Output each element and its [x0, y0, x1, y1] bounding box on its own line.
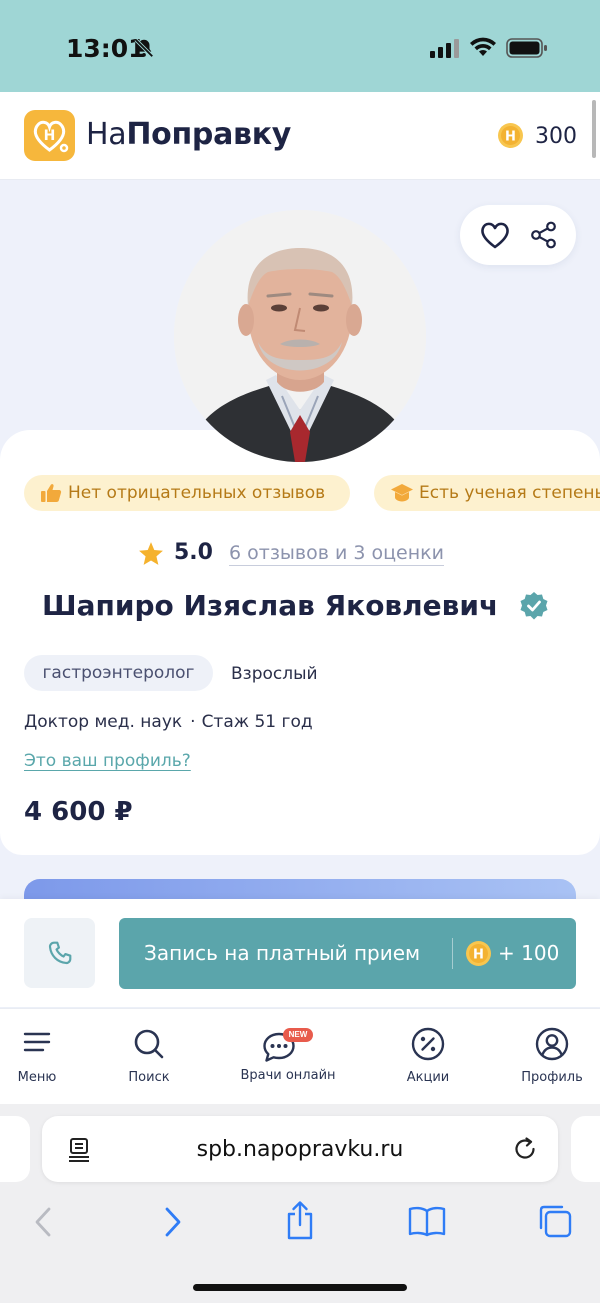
bell-muted-icon	[133, 37, 155, 64]
coin-balance[interactable]: 300	[535, 124, 577, 149]
battery-icon	[506, 38, 548, 63]
next-tab-edge[interactable]	[571, 1116, 600, 1182]
coin-letter: Н	[473, 948, 484, 963]
share-icon[interactable]	[530, 221, 558, 254]
menu-icon	[23, 1032, 51, 1052]
verified-badge-icon	[518, 590, 550, 627]
doctor-photo	[174, 210, 426, 462]
back-icon[interactable]	[30, 1204, 56, 1245]
bottom-navigation: Меню Поиск Врачи онлайн Акции Профиль	[0, 1008, 600, 1104]
nav-item-promotions[interactable]: Акции	[373, 1009, 483, 1105]
wifi-icon	[469, 36, 497, 63]
phone-icon	[48, 941, 72, 965]
nav-label: Профиль	[521, 1070, 583, 1085]
nav-label: Акции	[406, 1070, 450, 1085]
badge-label: Есть ученая степень	[419, 483, 600, 503]
badge-label: Нет отрицательных отзывов	[68, 483, 326, 503]
bonus-amount: + 100	[498, 941, 560, 965]
badge-no-negative-reviews[interactable]: Нет отрицательных отзывов	[24, 475, 350, 511]
button-divider	[452, 938, 453, 969]
logo-bold: Поправку	[126, 117, 292, 152]
graduation-cap-icon	[391, 484, 413, 502]
degree-text: Доктор мед. наук	[24, 712, 183, 732]
coin-icon: Н	[465, 940, 492, 972]
nav-item-online-doctors[interactable]: Врачи онлайн	[233, 1009, 343, 1105]
logo-icon[interactable]: Н	[24, 110, 75, 161]
badge-academic-degree[interactable]: Есть ученая степень	[374, 475, 600, 511]
experience-text: Стаж 51 год	[201, 712, 313, 732]
separator-dot: ·	[190, 712, 196, 732]
thumbs-up-icon	[41, 484, 62, 502]
nav-label: Поиск	[128, 1070, 170, 1085]
claim-profile-link[interactable]: Это ваш профиль?	[24, 751, 191, 771]
browser-address-area: spb.napopravku.ru	[0, 1104, 600, 1196]
doctor-credentials: Доктор мед. наук · Стаж 51 год	[24, 712, 313, 732]
reviews-link[interactable]: 6 отзывов и 3 оценки	[229, 542, 444, 564]
new-badge: NEW	[283, 1028, 313, 1042]
book-paid-appointment-button[interactable]: Запись на платный прием Н + 100	[119, 918, 576, 989]
book-button-label: Запись на платный прием	[144, 941, 421, 965]
search-icon	[134, 1029, 164, 1059]
specialty-pill[interactable]: гастроэнтеролог	[24, 655, 213, 691]
visit-price: 4 600 ₽	[24, 797, 133, 827]
age-group: Взрослый	[231, 664, 318, 684]
url-text: spb.napopravku.ru	[196, 1137, 404, 1162]
share-sheet-icon[interactable]	[284, 1200, 316, 1245]
coin-letter: Н	[505, 130, 516, 145]
tabs-icon[interactable]	[537, 1203, 573, 1244]
heart-icon[interactable]	[479, 221, 511, 254]
percent-icon	[411, 1027, 445, 1061]
address-bar[interactable]: spb.napopravku.ru	[42, 1116, 558, 1182]
doctor-name: Шапиро Изяслав Яковлевич	[42, 589, 499, 622]
rating-value: 5.0	[174, 540, 213, 565]
coin-icon[interactable]: Н	[497, 122, 524, 154]
nav-item-profile[interactable]: Профиль	[497, 1009, 600, 1105]
reload-icon[interactable]	[512, 1136, 538, 1167]
favorite-share-group	[460, 205, 576, 265]
doctor-card: Нет отрицательных отзывов Есть ученая ст…	[0, 430, 600, 855]
nav-label: Меню	[17, 1070, 57, 1085]
bookmarks-icon[interactable]	[408, 1205, 446, 1242]
scrollbar[interactable]	[592, 100, 596, 158]
booking-action-bar: Запись на платный прием Н + 100	[0, 899, 600, 1007]
home-indicator	[193, 1284, 407, 1291]
forward-icon[interactable]	[160, 1204, 186, 1245]
status-bar: 13:01	[0, 0, 600, 92]
nav-item-menu[interactable]: Меню	[0, 1009, 92, 1105]
logo-wordmark[interactable]: НаПоправку	[86, 117, 291, 152]
call-button[interactable]	[24, 918, 95, 988]
site-header: Н НаПоправку Н 300	[0, 92, 600, 180]
logo-prefix: На	[86, 117, 127, 152]
nav-label: Врачи онлайн	[240, 1068, 336, 1083]
star-icon	[138, 541, 164, 571]
cell-signal-icon	[430, 38, 460, 63]
logo-letter: Н	[44, 128, 56, 144]
user-icon	[535, 1027, 569, 1061]
nav-item-search[interactable]: Поиск	[94, 1009, 204, 1105]
previous-tab-edge[interactable]	[0, 1116, 30, 1182]
